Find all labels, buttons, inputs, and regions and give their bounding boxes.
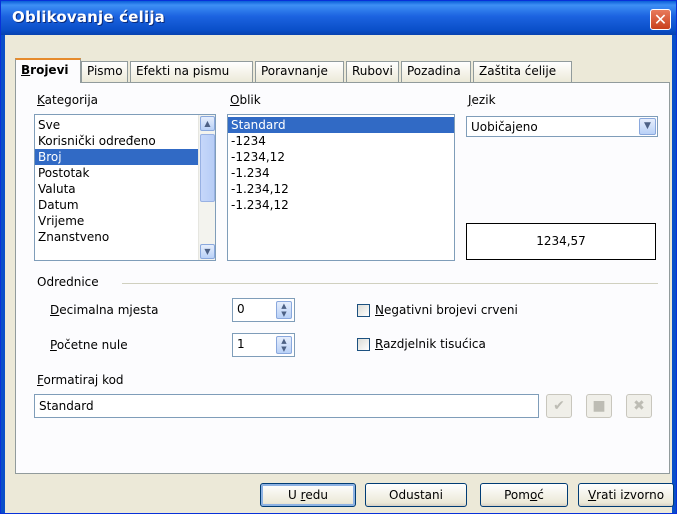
negative-red-label[interactable]: Negativni brojevi crveni: [375, 303, 518, 317]
category-item[interactable]: Znanstveno: [35, 229, 199, 245]
tab-cell-protection[interactable]: Zaštita ćelije: [473, 61, 572, 82]
language-label-rest: ezik: [471, 93, 496, 107]
title-bar[interactable]: Oblikovanje ćelija ✕: [1, 1, 676, 35]
category-item[interactable]: Datum: [35, 197, 199, 213]
format-cells-dialog: Oblikovanje ćelija ✕ Brojevi Pismo Efekt…: [0, 0, 677, 514]
leading-label-rest: očetne nule: [56, 338, 128, 352]
leading-zeros-value: 1: [237, 337, 245, 351]
reset-button[interactable]: Vrati izvorno: [578, 483, 674, 507]
delete-icon[interactable]: ✖: [626, 394, 652, 418]
tab-font[interactable]: Pismo: [81, 61, 128, 82]
tab-cell-protection-label: Zaštita ćelije: [479, 64, 557, 78]
tab-numbers[interactable]: Brojevi: [15, 58, 81, 83]
category-items: Sve Korisnički određeno Broj Postotak Va…: [35, 117, 199, 245]
category-label-rest: ategorija: [44, 93, 99, 107]
checkmark-icon[interactable]: ✔: [546, 394, 572, 418]
ok-label-post: edu: [305, 488, 328, 502]
format-label: Oblik: [230, 93, 261, 107]
category-label-key: K: [37, 93, 45, 107]
spin-updown-icon[interactable]: ▲ ▼: [276, 301, 292, 319]
tab-numbers-label: rojevi: [30, 63, 69, 77]
dialog-title: Oblikovanje ćelija: [12, 8, 165, 26]
tab-alignment-label: Poravnanje: [261, 64, 328, 78]
format-item[interactable]: -1.234,12: [228, 197, 454, 213]
tab-font-label: Pismo: [87, 64, 123, 78]
leading-zeros-spinner[interactable]: 1 ▲ ▼: [232, 333, 295, 357]
format-code-input[interactable]: Standard: [34, 394, 539, 418]
category-list[interactable]: Sve Korisnički određeno Broj Postotak Va…: [34, 114, 216, 261]
scroll-thumb[interactable]: [200, 134, 215, 202]
options-separator: [122, 283, 658, 284]
category-scrollbar[interactable]: ▲ ▼: [198, 115, 215, 260]
tab-background-label: Pozadina: [407, 64, 461, 78]
category-item[interactable]: Korisnički određeno: [35, 133, 199, 149]
reset-label-post: rati izvorno: [596, 488, 665, 502]
language-select-value: Uobičajeno: [471, 120, 538, 134]
format-items: Standard -1234 -1234,12 -1.234 -1.234,12…: [228, 117, 454, 213]
tab-background[interactable]: Pozadina: [401, 61, 471, 82]
format-preview: 1234,57: [466, 223, 656, 260]
window-right-border: [672, 35, 676, 513]
tab-alignment[interactable]: Poravnanje: [255, 61, 344, 82]
format-code-label: Formatiraj kod: [37, 373, 124, 387]
thousands-separator-checkbox[interactable]: [357, 338, 370, 351]
ok-button[interactable]: U redu: [260, 483, 356, 507]
scroll-up-icon[interactable]: ▲: [200, 116, 215, 131]
format-code-rest: ormatiraj kod: [43, 373, 124, 387]
category-item-selected[interactable]: Broj: [35, 149, 199, 165]
close-icon[interactable]: ✕: [650, 9, 671, 30]
help-button[interactable]: Pomoć: [480, 483, 568, 507]
window-left-border: [1, 35, 5, 513]
tab-borders-label: Rubovi: [352, 64, 393, 78]
decimal-label-rest: ecimalna mjesta: [59, 303, 159, 317]
thousands-key: R: [375, 337, 384, 351]
format-item[interactable]: -1.234,12: [228, 181, 454, 197]
ok-label-pre: U: [288, 488, 301, 502]
format-list[interactable]: Standard -1234 -1234,12 -1.234 -1.234,12…: [227, 114, 455, 261]
reset-label-key: V: [587, 488, 597, 502]
help-label-post: ć: [537, 488, 544, 502]
thousands-rest: azdjelnik tisućica: [383, 337, 486, 351]
language-select[interactable]: Uobičajeno ▼: [466, 116, 658, 137]
negative-red-rest: egativni brojevi crveni: [383, 303, 518, 317]
negative-red-key: N: [375, 303, 384, 317]
help-label-pre: Pom: [504, 488, 530, 502]
negative-red-checkbox[interactable]: [357, 304, 370, 317]
options-section-label: Odrednice: [37, 275, 99, 289]
scroll-down-icon[interactable]: ▼: [200, 244, 215, 259]
tab-font-effects[interactable]: Efekti na pismu: [130, 61, 253, 82]
format-item-selected[interactable]: Standard: [228, 117, 454, 133]
cancel-button[interactable]: Odustani: [365, 483, 467, 507]
format-item[interactable]: -1.234: [228, 165, 454, 181]
thousands-separator-label[interactable]: Razdjelnik tisućica: [375, 337, 486, 351]
format-label-rest: blik: [239, 93, 261, 107]
format-item[interactable]: -1234,12: [228, 149, 454, 165]
category-label: Kategorija: [37, 93, 98, 107]
category-item[interactable]: Vrijeme: [35, 213, 199, 229]
decimal-places-label: Decimalna mjesta: [50, 303, 158, 317]
tab-font-effects-label: Efekti na pismu: [136, 64, 230, 78]
decimal-label-key: D: [50, 303, 60, 317]
category-item[interactable]: Sve: [35, 117, 199, 133]
comment-icon[interactable]: ■: [586, 394, 612, 418]
cancel-label: Odustani: [389, 488, 443, 502]
leading-zeros-label: Početne nule: [50, 338, 128, 352]
category-item[interactable]: Postotak: [35, 165, 199, 181]
decimal-places-spinner[interactable]: 0 ▲ ▼: [232, 298, 295, 322]
language-label: Jezik: [468, 93, 496, 107]
tab-borders[interactable]: Rubovi: [346, 61, 399, 82]
format-item[interactable]: -1234: [228, 133, 454, 149]
spin-updown-icon[interactable]: ▲ ▼: [276, 336, 292, 354]
decimal-places-value: 0: [237, 302, 245, 316]
leading-label-key: P: [50, 338, 57, 352]
category-item[interactable]: Valuta: [35, 181, 199, 197]
chevron-down-icon[interactable]: ▼: [639, 118, 656, 135]
tab-numbers-key: B: [21, 63, 31, 77]
